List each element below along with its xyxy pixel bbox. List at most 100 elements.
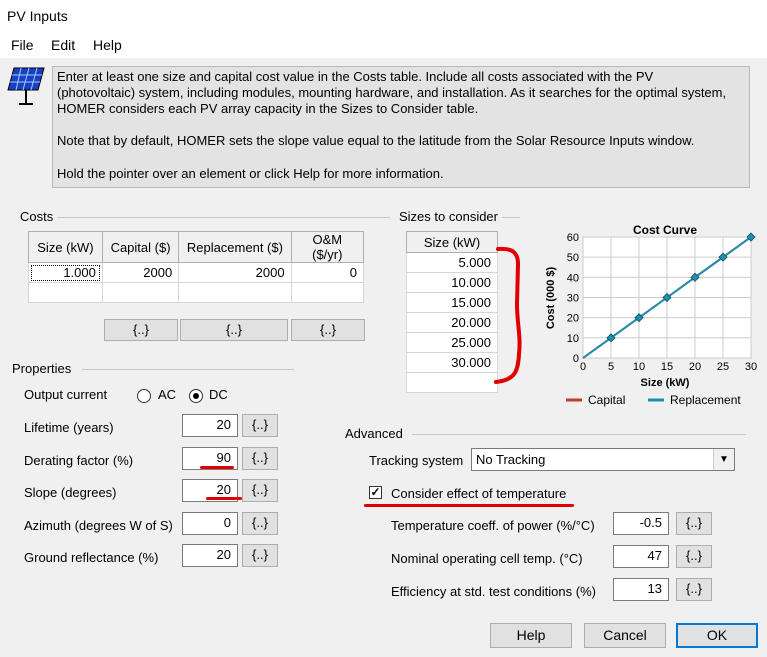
ac-label: AC xyxy=(158,387,177,402)
size-cell[interactable]: 5.000 xyxy=(406,252,498,273)
costs-header-size: Size (kW) xyxy=(28,231,103,263)
size-cell[interactable]: 20.000 xyxy=(406,312,498,333)
size-cell[interactable]: 10.000 xyxy=(406,272,498,293)
lifetime-sensitivity-button[interactable]: {..} xyxy=(242,414,278,437)
table-row[interactable] xyxy=(28,282,365,303)
menu-file[interactable]: File xyxy=(11,37,34,53)
size-cell[interactable]: 15.000 xyxy=(406,292,498,313)
menu-bar: File Edit Help xyxy=(0,32,767,58)
derating-label: Derating factor (%) xyxy=(24,453,134,468)
efficiency-label: Efficiency at std. test conditions (%) xyxy=(391,584,596,599)
empty-cell[interactable] xyxy=(178,282,292,303)
x-tick-label: 30 xyxy=(745,361,757,373)
tracking-value: No Tracking xyxy=(476,452,546,467)
tracking-label: Tracking system xyxy=(369,453,464,468)
temp-coeff-field[interactable]: -0.5 xyxy=(613,512,669,535)
y-tick-label: 30 xyxy=(567,293,579,305)
om-sensitivity-button[interactable]: {..} xyxy=(291,319,365,341)
reflectance-field[interactable]: 20 xyxy=(182,544,238,567)
annotation-underline xyxy=(206,497,242,500)
chart-title: Cost Curve xyxy=(633,223,697,237)
dc-radio[interactable] xyxy=(189,389,203,403)
efficiency-field[interactable]: 13 xyxy=(613,578,669,601)
cost-capital-cell[interactable]: 2000 xyxy=(101,262,180,283)
info-paragraph-3: Hold the pointer over an element or clic… xyxy=(57,166,444,181)
azimuth-sensitivity-button[interactable]: {..} xyxy=(242,512,278,535)
dc-label: DC xyxy=(209,387,228,402)
advanced-divider xyxy=(412,434,746,435)
x-tick-label: 0 xyxy=(580,361,586,373)
x-tick-label: 5 xyxy=(608,361,614,373)
reflectance-sensitivity-button[interactable]: {..} xyxy=(242,544,278,567)
costs-header-capital: Capital ($) xyxy=(101,231,180,263)
radio-dot xyxy=(193,393,199,399)
capital-sensitivity-button[interactable]: {..} xyxy=(104,319,178,341)
temperature-checkbox[interactable]: ✓ xyxy=(369,486,382,499)
x-tick-label: 20 xyxy=(689,361,701,373)
properties-divider xyxy=(82,369,294,370)
costs-table[interactable]: Size (kW) Capital ($) Replacement ($) O&… xyxy=(28,231,365,303)
empty-cell[interactable] xyxy=(101,282,180,303)
slope-label: Slope (degrees) xyxy=(24,485,117,500)
menu-edit[interactable]: Edit xyxy=(51,37,75,53)
y-tick-label: 10 xyxy=(567,333,579,345)
info-paragraph-2: Note that by default, HOMER sets the slo… xyxy=(57,133,695,148)
temp-coeff-label: Temperature coeff. of power (%/°C) xyxy=(391,518,595,533)
table-row[interactable]: 25.000 xyxy=(406,332,498,353)
x-tick-label: 10 xyxy=(633,361,645,373)
size-cell[interactable]: 25.000 xyxy=(406,332,498,353)
azimuth-label: Azimuth (degrees W of S) xyxy=(24,518,173,533)
replacement-sensitivity-button[interactable]: {..} xyxy=(180,319,288,341)
chevron-down-icon[interactable]: ▼ xyxy=(713,449,734,470)
lifetime-field[interactable]: 20 xyxy=(182,414,238,437)
costs-header-om: O&M ($/yr) xyxy=(290,231,365,263)
info-panel: Enter at least one size and capital cost… xyxy=(52,66,750,188)
temperature-checkbox-label: Consider effect of temperature xyxy=(391,486,567,501)
sizes-table[interactable]: Size (kW) 5.000 10.000 15.000 20.000 25.… xyxy=(406,231,498,393)
window-title: PV Inputs xyxy=(7,8,68,24)
reflectance-label: Ground reflectance (%) xyxy=(24,550,159,565)
empty-cell[interactable] xyxy=(406,372,498,393)
legend-label: Replacement xyxy=(670,393,741,407)
ok-button[interactable]: OK xyxy=(676,623,758,648)
azimuth-field[interactable]: 0 xyxy=(182,512,238,535)
cancel-button[interactable]: Cancel xyxy=(584,623,666,648)
x-tick-label: 15 xyxy=(661,361,673,373)
table-row[interactable]: 10.000 xyxy=(406,272,498,293)
help-button[interactable]: Help xyxy=(490,623,572,648)
empty-cell[interactable] xyxy=(290,282,365,303)
slope-sensitivity-button[interactable]: {..} xyxy=(242,479,278,502)
cost-om-cell[interactable]: 0 xyxy=(290,262,365,283)
table-row[interactable]: 15.000 xyxy=(406,292,498,313)
info-paragraph-1: Enter at least one size and capital cost… xyxy=(57,69,727,116)
table-row[interactable]: 20.000 xyxy=(406,312,498,333)
y-tick-label: 50 xyxy=(567,252,579,264)
sizes-header: Size (kW) xyxy=(406,231,498,253)
derating-sensitivity-button[interactable]: {..} xyxy=(242,447,278,470)
x-tick-label: 25 xyxy=(717,361,729,373)
empty-cell[interactable] xyxy=(28,282,103,303)
chart-ylabel: Cost (000 $) xyxy=(545,266,557,329)
chart-xlabel: Size (kW) xyxy=(641,377,690,389)
menu-help[interactable]: Help xyxy=(93,37,122,53)
y-tick-label: 0 xyxy=(573,353,579,365)
noct-field[interactable]: 47 xyxy=(613,545,669,568)
table-row[interactable]: 30.000 xyxy=(406,352,498,373)
noct-sensitivity-button[interactable]: {..} xyxy=(676,545,712,568)
cost-replacement-cell[interactable]: 2000 xyxy=(178,262,292,283)
tracking-select[interactable]: No Tracking ▼ xyxy=(471,448,735,471)
table-row[interactable]: 1.000 2000 2000 0 xyxy=(28,262,365,283)
sizes-label: Sizes to consider xyxy=(399,209,502,224)
cost-size-cell[interactable]: 1.000 xyxy=(28,262,103,283)
advanced-label: Advanced xyxy=(345,426,407,441)
y-tick-label: 40 xyxy=(567,272,579,284)
legend-label: Capital xyxy=(588,393,625,407)
table-row[interactable]: 5.000 xyxy=(406,252,498,273)
title-bar: PV Inputs xyxy=(0,0,767,32)
size-cell[interactable]: 30.000 xyxy=(406,352,498,373)
ac-radio[interactable] xyxy=(137,389,151,403)
temp-coeff-sensitivity-button[interactable]: {..} xyxy=(676,512,712,535)
output-current-label: Output current xyxy=(24,387,108,402)
efficiency-sensitivity-button[interactable]: {..} xyxy=(676,578,712,601)
table-row[interactable] xyxy=(406,372,498,393)
